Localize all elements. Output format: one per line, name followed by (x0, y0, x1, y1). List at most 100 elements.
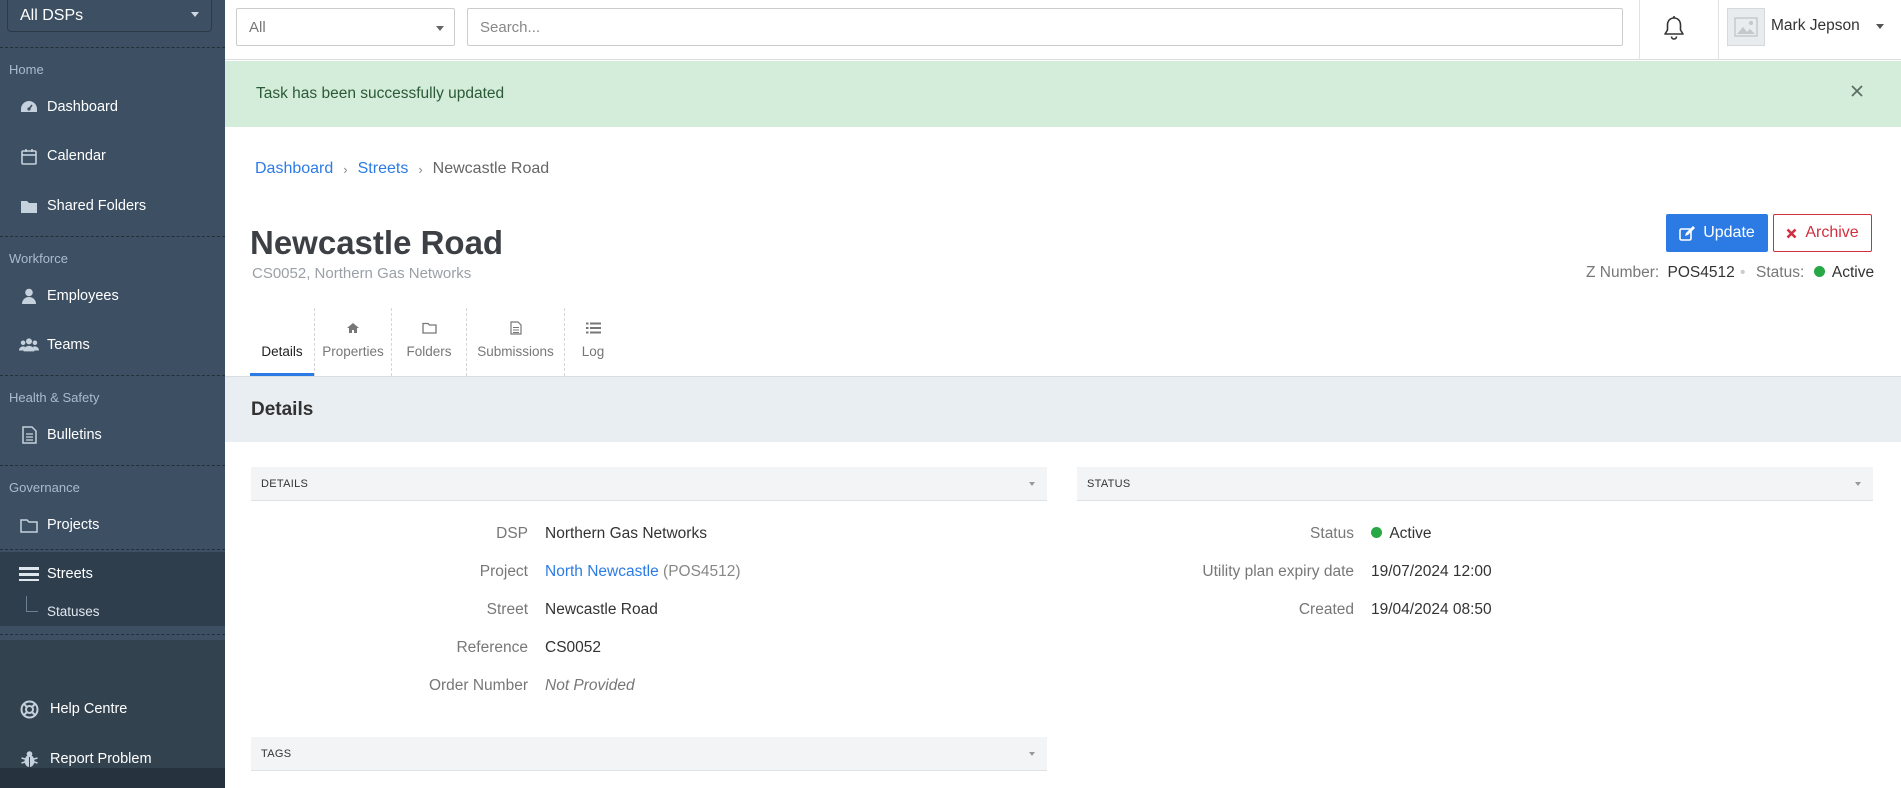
sidebar-item-statuses[interactable]: Statuses (0, 596, 225, 626)
lifebuoy-icon (19, 699, 39, 719)
field-value: Northern Gas Networks (545, 525, 707, 542)
panel-header-label: TAGS (261, 747, 292, 760)
user-menu-name[interactable]: Mark Jepson (1771, 17, 1860, 35)
page-subtitle: CS0052, Northern Gas Networks (252, 265, 472, 282)
calendar-icon (19, 146, 39, 166)
folder-icon (19, 196, 39, 216)
field-value: Newcastle Road (545, 601, 658, 618)
close-icon[interactable] (1850, 84, 1866, 100)
caret-down-icon (1029, 482, 1035, 486)
tab-log[interactable]: Log (565, 308, 621, 376)
edit-icon (1679, 225, 1696, 241)
sidebar-item-dashboard[interactable]: Dashboard (0, 85, 225, 129)
details-panel-header[interactable]: DETAILS (251, 467, 1047, 501)
sidebar-item-projects[interactable]: Projects (0, 503, 225, 547)
field-value: 19/04/2024 08:50 (1371, 601, 1492, 618)
header-status-label: Status: (1756, 264, 1805, 281)
tab-label: Log (581, 344, 605, 359)
sidebar-item-label: Calendar (47, 148, 106, 164)
field-value: Not Provided (545, 677, 635, 694)
sidebar-item-label: Shared Folders (47, 198, 147, 214)
bug-icon (19, 749, 39, 769)
road-icon (19, 564, 39, 584)
sidebar-collapse-bar[interactable] (0, 768, 225, 788)
divider (0, 465, 225, 466)
divider (1718, 0, 1719, 60)
sidebar-item-teams[interactable]: Teams (0, 323, 225, 367)
tags-panel-header[interactable]: TAGS (251, 737, 1047, 771)
status-dot-icon (1813, 266, 1825, 277)
sidebar-item-shared-folders[interactable]: Shared Folders (0, 184, 225, 228)
tab-folders[interactable]: Folders (392, 308, 466, 376)
search-input[interactable] (467, 8, 1623, 46)
breadcrumb-dashboard[interactable]: Dashboard (255, 160, 333, 178)
header-status-value: Active (1831, 264, 1875, 281)
sidebar-item-label: Streets (47, 566, 93, 582)
tab-label: Details (261, 344, 303, 359)
tab-submissions[interactable]: Submissions (467, 308, 564, 376)
field-value: CS0052 (545, 639, 602, 656)
update-button-label: Update (1703, 224, 1755, 241)
status-panel-header[interactable]: STATUS (1077, 467, 1873, 501)
dsp-select-value: All DSPs (20, 6, 84, 24)
panel-header-label: DETAILS (261, 477, 309, 490)
divider (1639, 0, 1640, 60)
sidebar-item-label: Teams (47, 337, 90, 353)
sidebar-item-employees[interactable]: Employees (0, 274, 225, 318)
archive-button-label: Archive (1805, 224, 1859, 241)
caret-down-icon[interactable] (1876, 24, 1884, 29)
caret-down-icon (191, 12, 199, 17)
section-label-home: Home (9, 62, 44, 77)
sidebar: All DSPs Home Dashboard Calendar Shared … (0, 0, 225, 788)
document-icon (509, 318, 522, 338)
field-label: Project (479, 563, 528, 580)
search-filter-select[interactable]: All (236, 8, 455, 46)
dsp-select[interactable]: All DSPs (7, 0, 212, 32)
tab-label: Properties (322, 344, 384, 359)
section-header: Details (225, 376, 1901, 442)
list-icon (585, 318, 601, 338)
field-value: 19/07/2024 12:00 (1371, 563, 1492, 580)
users-icon (19, 335, 39, 355)
caret-down-icon (1029, 752, 1035, 756)
project-code: (POS4512) (663, 563, 741, 580)
home-icon (346, 318, 360, 338)
tab-label: Submissions (477, 344, 554, 359)
tab-details[interactable]: Details (250, 308, 314, 376)
breadcrumb-streets[interactable]: Streets (358, 160, 409, 178)
status-dot-icon (1371, 527, 1382, 538)
avatar[interactable] (1727, 8, 1765, 46)
sidebar-item-label: Help Centre (50, 701, 128, 717)
top-bar: All Mark Jepson (225, 0, 1901, 60)
user-icon (19, 286, 39, 306)
alert-message: Task has been successfully updated (256, 85, 505, 102)
success-alert: Task has been successfully updated (225, 61, 1901, 127)
sidebar-item-label: Projects (47, 517, 100, 533)
project-link[interactable]: North Newcastle (545, 563, 659, 580)
z-number-value: POS4512 (1667, 264, 1735, 281)
field-value: Active (1389, 525, 1432, 542)
sidebar-item-help-centre[interactable]: Help Centre (0, 687, 225, 731)
section-title: Details (251, 399, 314, 420)
sidebar-item-bulletins[interactable]: Bulletins (0, 413, 225, 457)
update-button[interactable]: Update (1666, 214, 1768, 252)
divider (0, 634, 225, 635)
dashboard-icon (19, 97, 39, 117)
folder-open-icon (19, 515, 39, 535)
caret-down-icon (436, 26, 444, 31)
section-label-governance: Governance (9, 480, 80, 495)
breadcrumb: Dashboard › Streets › Newcastle Road (255, 160, 549, 178)
tab-properties[interactable]: Properties (315, 308, 391, 376)
sidebar-item-label: Dashboard (47, 99, 118, 115)
chevron-right-icon: › (343, 161, 348, 177)
field-label: Order Number (428, 677, 528, 694)
field-label: DSP (496, 525, 528, 542)
caret-down-icon (1855, 482, 1861, 486)
folder-icon (421, 318, 437, 338)
sidebar-item-label: Employees (47, 288, 119, 304)
bell-icon[interactable] (1662, 15, 1686, 41)
sidebar-item-calendar[interactable]: Calendar (0, 134, 225, 178)
field-label: Street (486, 601, 528, 618)
sidebar-item-streets[interactable]: Streets (0, 552, 225, 596)
archive-button[interactable]: Archive (1773, 214, 1872, 252)
